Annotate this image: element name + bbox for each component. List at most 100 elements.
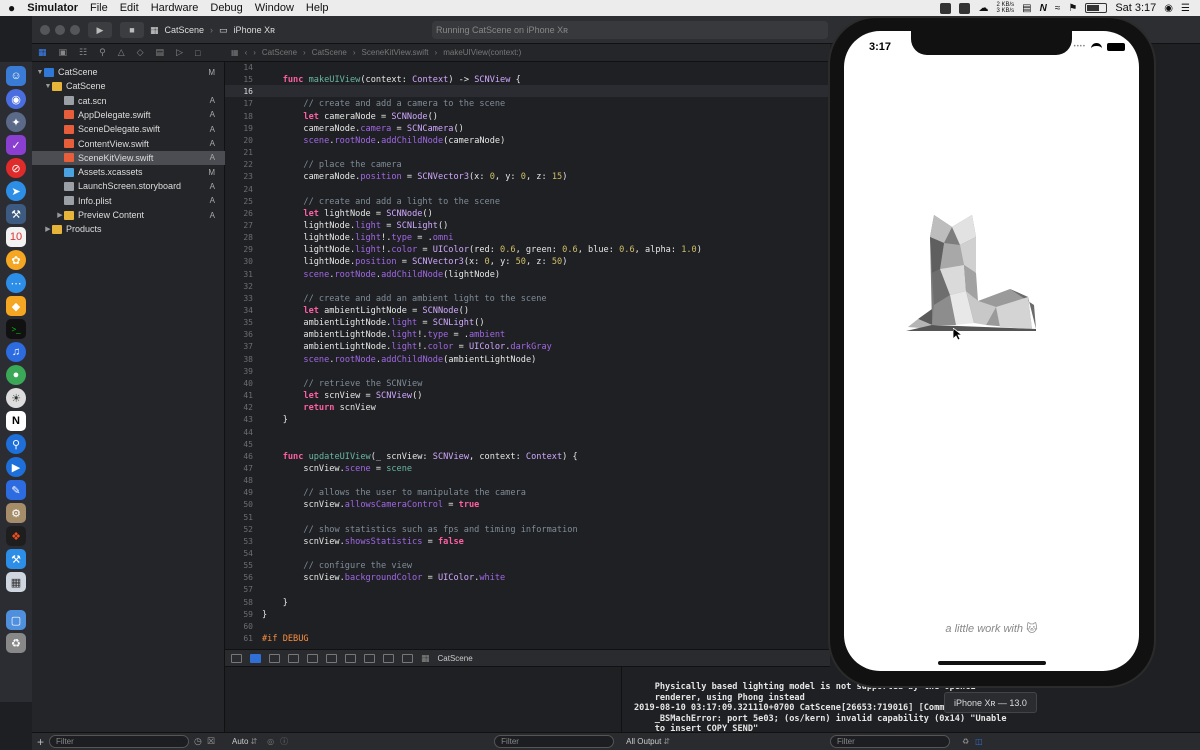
split-view-icon[interactable]: ◫ xyxy=(975,737,983,746)
code-line[interactable]: ambientLightNode.light = SCNLight() xyxy=(262,317,484,329)
figma-icon[interactable]: ❖ xyxy=(6,526,26,546)
code-line[interactable]: scnView.scene = scene xyxy=(262,463,412,475)
sketch-icon[interactable]: ◆ xyxy=(6,296,26,316)
code-line[interactable]: func updateUIView(_ scnView: SCNView, co… xyxy=(262,451,578,463)
wifi-icon[interactable]: ≈ xyxy=(1055,3,1061,14)
xcode-build-icon[interactable]: ⚒ xyxy=(6,549,26,569)
step-in-icon[interactable] xyxy=(307,653,318,663)
code-line[interactable]: let scnView = SCNView() xyxy=(262,390,422,402)
xcode-icon[interactable]: ⚒ xyxy=(6,204,26,224)
disclosure-triangle-icon[interactable]: ▼ xyxy=(36,69,44,76)
zoom-window-button[interactable] xyxy=(70,25,80,35)
launchpad-icon[interactable]: ✦ xyxy=(6,112,26,132)
test-navigator-icon[interactable]: ◇ xyxy=(137,47,144,58)
cat-3d-model[interactable] xyxy=(904,213,1054,338)
disclosure-triangle-icon[interactable]: ▼ xyxy=(44,83,52,90)
code-line[interactable]: // create and add an ambient light to th… xyxy=(262,293,546,305)
navigator-row[interactable]: Assets.xcassets M xyxy=(32,165,225,179)
menu-extra-icon[interactable] xyxy=(959,2,971,14)
project-navigator-icon[interactable]: ▦ xyxy=(38,47,47,58)
step-out-icon[interactable] xyxy=(326,653,337,663)
flag-icon[interactable]: ⚑ xyxy=(1068,3,1077,14)
find-navigator-icon[interactable]: ⚲ xyxy=(99,47,106,58)
code-line[interactable]: // configure the view xyxy=(262,560,412,572)
code-line[interactable]: // retrieve the SCNView xyxy=(262,378,422,390)
control-icon[interactable]: ☰ xyxy=(1181,3,1190,14)
code-line[interactable]: cameraNode.position = SCNVector3(x: 0, y… xyxy=(262,171,567,183)
apple-menu-icon[interactable]: ● xyxy=(8,1,15,15)
add-icon[interactable]: + xyxy=(37,735,44,749)
device-screen[interactable]: 3:17 •••• a little work with 🐱 xyxy=(844,31,1139,671)
code-line[interactable]: lightNode.light = SCNLight() xyxy=(262,220,448,232)
maps-icon[interactable]: ● xyxy=(6,365,26,385)
code-line[interactable]: scnView.backgroundColor = UIColor.white xyxy=(262,572,505,584)
modified-files-icon[interactable]: ☒ xyxy=(207,736,215,747)
debug-target[interactable]: CatScene xyxy=(438,654,473,663)
omnifocus-icon[interactable]: ✓ xyxy=(6,135,26,155)
navigator-row[interactable]: ContentView.swift A xyxy=(32,137,225,151)
navigator-row[interactable]: ▶ Preview Content A xyxy=(32,208,225,222)
tool-icon[interactable]: ✎ xyxy=(6,480,26,500)
info-icon[interactable]: ⓘ xyxy=(280,736,288,747)
navigator-filter-input[interactable]: Filter xyxy=(49,735,190,748)
news-icon[interactable]: ⊘ xyxy=(6,158,26,178)
environment-overrides-icon[interactable] xyxy=(383,653,394,663)
home-indicator[interactable] xyxy=(938,661,1046,665)
back-icon[interactable]: ‹ xyxy=(245,48,248,57)
code-line[interactable]: scnView.allowsCameraControl = true xyxy=(262,499,479,511)
code-line[interactable]: // place the camera xyxy=(262,159,401,171)
code-line[interactable]: lightNode.light!.type = .omni xyxy=(262,232,453,244)
location-simulate-icon[interactable] xyxy=(402,653,413,663)
recent-files-icon[interactable]: ◷ xyxy=(194,736,202,747)
code-line[interactable]: // show statistics such as fps and timin… xyxy=(262,524,577,536)
code-line[interactable]: scene.rootNode.addChildNode(lightNode) xyxy=(262,269,500,281)
trash-icon[interactable]: ♻ xyxy=(6,633,26,653)
navigator-row[interactable]: SceneKitView.swift A xyxy=(32,150,225,165)
report-navigator-icon[interactable]: □ xyxy=(195,48,200,58)
siri-icon[interactable]: ◉ xyxy=(1164,3,1173,14)
code-line[interactable]: // create and add a camera to the scene xyxy=(262,98,505,110)
memory-graph-icon[interactable] xyxy=(364,653,375,663)
related-items-icon[interactable]: ▦ xyxy=(231,48,239,57)
menu-file[interactable]: File xyxy=(90,2,108,14)
trash-console-icon[interactable]: ♻ xyxy=(962,737,969,746)
stop-button[interactable]: ■ xyxy=(120,22,144,38)
navigator-row[interactable]: cat.scn A xyxy=(32,94,225,108)
scheme-selector[interactable]: ▦ CatScene › ▭ iPhone Xʀ xyxy=(150,22,275,38)
code-line[interactable]: lightNode.light!.color = UIColor(red: 0.… xyxy=(262,244,702,256)
code-line[interactable]: return scnView xyxy=(262,402,375,414)
auto-selector[interactable]: Auto xyxy=(232,737,248,746)
navigator-row[interactable]: SceneDelegate.swift A xyxy=(32,122,225,136)
quicktime-icon[interactable]: ▶ xyxy=(6,457,26,477)
view-debugger-icon[interactable] xyxy=(345,653,356,663)
terminal-icon[interactable]: >_ xyxy=(6,319,26,339)
navigator-row[interactable]: ▶ Products xyxy=(32,222,225,236)
disclosure-triangle-icon[interactable]: ▶ xyxy=(44,225,52,233)
forward-icon[interactable]: › xyxy=(253,48,256,57)
breakpoints-toggle-icon[interactable] xyxy=(250,653,261,663)
utility-icon[interactable]: ☀ xyxy=(6,388,26,408)
variables-filter-input[interactable]: Filter xyxy=(494,735,615,748)
photos-icon[interactable]: ✿ xyxy=(6,250,26,270)
menu-hardware[interactable]: Hardware xyxy=(151,2,199,14)
symbol-navigator-icon[interactable]: ☷ xyxy=(79,47,87,58)
migration-icon[interactable]: ⚙ xyxy=(6,503,26,523)
code-line[interactable]: // create and add a light to the scene xyxy=(262,196,500,208)
cloud-icon[interactable]: ☁ xyxy=(978,3,988,14)
navigator-row[interactable]: AppDelegate.swift A xyxy=(32,108,225,122)
clock[interactable]: Sat 3:17 xyxy=(1115,2,1156,14)
code-line[interactable]: ambientLightNode.light!.type = .ambient xyxy=(262,329,505,341)
menu-window[interactable]: Window xyxy=(255,2,294,14)
code-line[interactable]: let ambientLightNode = SCNNode() xyxy=(262,305,469,317)
notion-icon[interactable]: N xyxy=(1040,3,1047,14)
code-line[interactable]: } xyxy=(262,609,267,621)
source-control-icon[interactable]: ▣ xyxy=(59,47,68,58)
app-menu[interactable]: Simulator xyxy=(27,2,78,14)
code-line[interactable]: } xyxy=(262,597,288,609)
source-editor[interactable]: 14 15 func makeUIView(context: Context) -… xyxy=(225,62,830,649)
downloads-folder-icon[interactable]: ▢ xyxy=(6,610,26,630)
notion-app-icon[interactable]: N xyxy=(6,411,26,431)
jump-group[interactable]: CatScene xyxy=(312,48,347,57)
debug-navigator-icon[interactable]: ▤ xyxy=(156,47,165,58)
menu-edit[interactable]: Edit xyxy=(120,2,139,14)
